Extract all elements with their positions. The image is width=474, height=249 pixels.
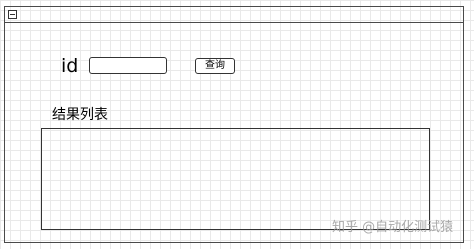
- results-list-label: 结果列表: [52, 107, 108, 123]
- watermark: 知乎 @自动化测试猿: [332, 220, 454, 235]
- window-menu-icon[interactable]: [8, 10, 17, 19]
- results-list[interactable]: [41, 128, 430, 230]
- id-input[interactable]: [89, 57, 167, 74]
- query-button[interactable]: 查询: [195, 58, 235, 74]
- id-label: id: [61, 55, 79, 77]
- title-bar: [5, 7, 463, 23]
- wireframe-canvas: id 查询 结果列表 知乎 @自动化测试猿: [0, 0, 474, 249]
